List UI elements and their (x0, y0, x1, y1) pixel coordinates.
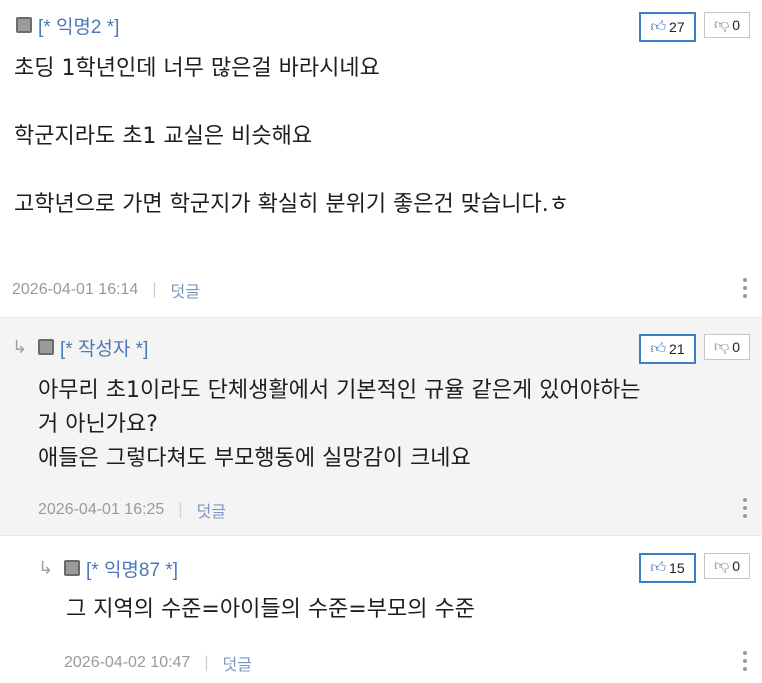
more-vertical-icon[interactable] (742, 498, 748, 518)
reply-comment: ↳ [* 익명87 *] 👍︎ 15 👎︎ 0 그 지역의 수준=아이들의 수준… (0, 537, 762, 683)
comment-header: [* 익명2 *] (16, 12, 119, 38)
dislike-button[interactable]: 👎︎ 0 (704, 334, 750, 360)
like-count: 21 (669, 341, 685, 357)
like-button[interactable]: 👍︎ 15 (639, 553, 696, 583)
comment: [* 익명2 *] 👍︎ 27 👎︎ 0 초딩 1학년인데 너무 많은걸 바라시… (0, 0, 762, 318)
more-vertical-icon[interactable] (742, 651, 748, 671)
comment-timestamp: 2026-04-02 10:47 (64, 654, 191, 671)
comment-author[interactable]: [* 익명2 *] (38, 12, 119, 39)
like-count: 15 (669, 560, 685, 576)
thumbs-down-icon: 👎︎ (713, 557, 730, 574)
reply-link[interactable]: 덧글 (170, 278, 199, 302)
dislike-button[interactable]: 👎︎ 0 (704, 12, 750, 38)
meta-divider: | (152, 281, 157, 298)
comment-body: 그 지역의 수준=아이들의 수준=부모의 수준 (66, 597, 475, 622)
reply-link[interactable]: 덧글 (222, 651, 251, 675)
comment-meta: 2026-04-01 16:25 | 덧글 (38, 498, 226, 522)
vote-buttons: 👍︎ 27 👎︎ 0 (639, 12, 750, 42)
dislike-button[interactable]: 👎︎ 0 (704, 553, 750, 579)
like-button[interactable]: 👍︎ 21 (639, 334, 696, 364)
like-count: 27 (669, 19, 685, 35)
avatar (64, 560, 80, 576)
avatar (38, 339, 54, 355)
reply-arrow-icon: ↳ (12, 336, 28, 358)
meta-divider: | (204, 654, 209, 671)
reply-comment: ↳ [* 작성자 *] 👍︎ 21 👎︎ 0 아무리 초1이라도 단체생활에서 … (0, 318, 762, 536)
comment-meta: 2026-04-02 10:47 | 덧글 (64, 651, 252, 675)
comment-timestamp: 2026-04-01 16:25 (38, 501, 165, 518)
comment-header: ↳ [* 익명87 *] (38, 555, 178, 581)
comment-body: 아무리 초1이라도 단체생활에서 기본적인 규율 같은게 있어야하는 거 아닌가… (38, 378, 641, 471)
more-vertical-icon[interactable] (742, 278, 748, 298)
thumbs-up-icon: 👍︎ (650, 18, 667, 35)
comment-author[interactable]: [* 작성자 *] (60, 334, 148, 361)
meta-divider: | (178, 501, 183, 518)
dislike-count: 0 (732, 339, 741, 355)
reply-link[interactable]: 덧글 (196, 498, 225, 522)
dislike-count: 0 (732, 17, 741, 33)
thumbs-down-icon: 👎︎ (713, 338, 730, 355)
like-button[interactable]: 👍︎ 27 (639, 12, 696, 42)
thumbs-up-icon: 👍︎ (650, 559, 667, 576)
vote-buttons: 👍︎ 21 👎︎ 0 (639, 334, 750, 364)
comment-timestamp: 2026-04-01 16:14 (12, 281, 139, 298)
vote-buttons: 👍︎ 15 👎︎ 0 (639, 553, 750, 583)
comment-body: 초딩 1학년인데 너무 많은걸 바라시네요 학군지라도 초1 교실은 비슷해요 … (14, 56, 569, 217)
comment-meta: 2026-04-01 16:14 | 덧글 (12, 278, 200, 302)
comment-author[interactable]: [* 익명87 *] (86, 555, 178, 582)
thumbs-up-icon: 👍︎ (650, 340, 667, 357)
dislike-count: 0 (732, 558, 741, 574)
avatar (16, 17, 32, 33)
reply-arrow-icon: ↳ (38, 557, 54, 579)
thumbs-down-icon: 👎︎ (713, 16, 730, 33)
comment-header: ↳ [* 작성자 *] (12, 334, 148, 360)
